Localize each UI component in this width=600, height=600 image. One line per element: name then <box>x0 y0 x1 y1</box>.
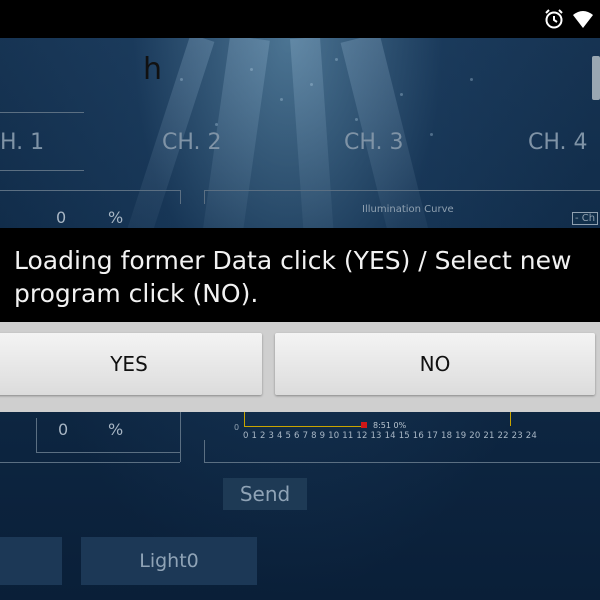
input-underline <box>36 452 180 453</box>
tab-channel-2[interactable]: CH. 2 <box>162 130 222 155</box>
scrollbar[interactable] <box>592 56 600 100</box>
panel-border <box>204 190 600 191</box>
tab-channel-4[interactable]: CH. 4 <box>528 130 588 155</box>
channel-unit: % <box>108 208 124 227</box>
chart-series-line <box>510 412 511 426</box>
wifi-signal-icon <box>573 11 593 28</box>
panel-border <box>0 190 180 191</box>
dialog-message: Loading former Data click (YES) / Select… <box>14 246 572 308</box>
chart-series-line <box>244 426 364 427</box>
channel-value: 0 <box>58 420 69 439</box>
panel-border <box>180 190 181 204</box>
tab-channel-1[interactable]: H. 1 <box>0 130 44 155</box>
tab-channel-3[interactable]: CH. 3 <box>344 130 404 155</box>
page-title: h <box>143 52 163 87</box>
send-button[interactable]: Send <box>223 478 307 510</box>
chart-title: Illumination Curve <box>362 204 454 215</box>
yes-button[interactable]: YES <box>0 333 262 395</box>
status-bar <box>0 0 600 38</box>
input-border <box>36 418 37 452</box>
chart-x-ticks: 0 1 2 3 4 5 6 7 8 9 10 11 12 13 14 15 16… <box>243 431 537 441</box>
chart-y-zero: 0 <box>234 423 240 432</box>
chart-series-line <box>244 412 245 426</box>
light-button-partial[interactable] <box>0 537 62 585</box>
channel-value: 0 <box>56 208 67 227</box>
divider <box>0 112 84 113</box>
panel-border <box>204 190 205 204</box>
channel-unit: % <box>108 420 124 439</box>
chart-legend: - Ch <box>572 212 599 225</box>
chart-marker-label: 8:51 0% <box>373 421 407 430</box>
no-button[interactable]: NO <box>275 333 595 395</box>
panel-border <box>180 412 181 462</box>
panel-border <box>204 440 205 462</box>
panel-border <box>204 462 600 463</box>
light0-button[interactable]: Light0 <box>81 537 257 585</box>
divider <box>0 170 84 171</box>
alarm-clock-icon <box>545 9 563 29</box>
panel-border <box>0 462 180 463</box>
chart-marker[interactable] <box>361 422 367 428</box>
